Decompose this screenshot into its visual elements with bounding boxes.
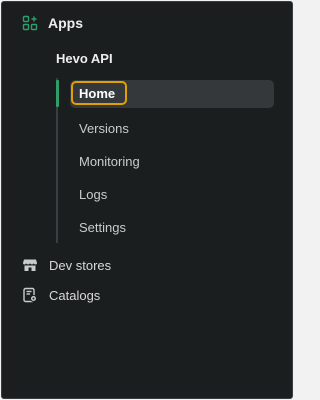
catalog-icon [22, 287, 38, 303]
active-indicator [56, 80, 59, 107]
subnav-item-home-label[interactable]: Home [79, 86, 115, 101]
nav-item-catalogs[interactable]: Catalogs [22, 285, 100, 305]
subnav-item-versions[interactable]: Versions [79, 121, 129, 136]
app-name-heading[interactable]: Hevo API [56, 51, 113, 66]
apps-grid-plus-icon [22, 15, 38, 31]
nav-item-catalogs-label: Catalogs [49, 287, 101, 303]
subnav-item-logs[interactable]: Logs [79, 187, 107, 202]
nav-item-apps[interactable]: Apps [22, 13, 83, 33]
store-icon [22, 257, 38, 273]
nav-item-dev-stores-label: Dev stores [49, 257, 112, 273]
nav-item-apps-label: Apps [48, 15, 83, 31]
sidebar-nav: Apps Hevo API Home Versions Monitoring L… [1, 1, 293, 399]
subnav-item-monitoring[interactable]: Monitoring [79, 154, 140, 169]
nav-item-dev-stores[interactable]: Dev stores [22, 255, 111, 275]
subnav-item-settings[interactable]: Settings [79, 220, 126, 235]
